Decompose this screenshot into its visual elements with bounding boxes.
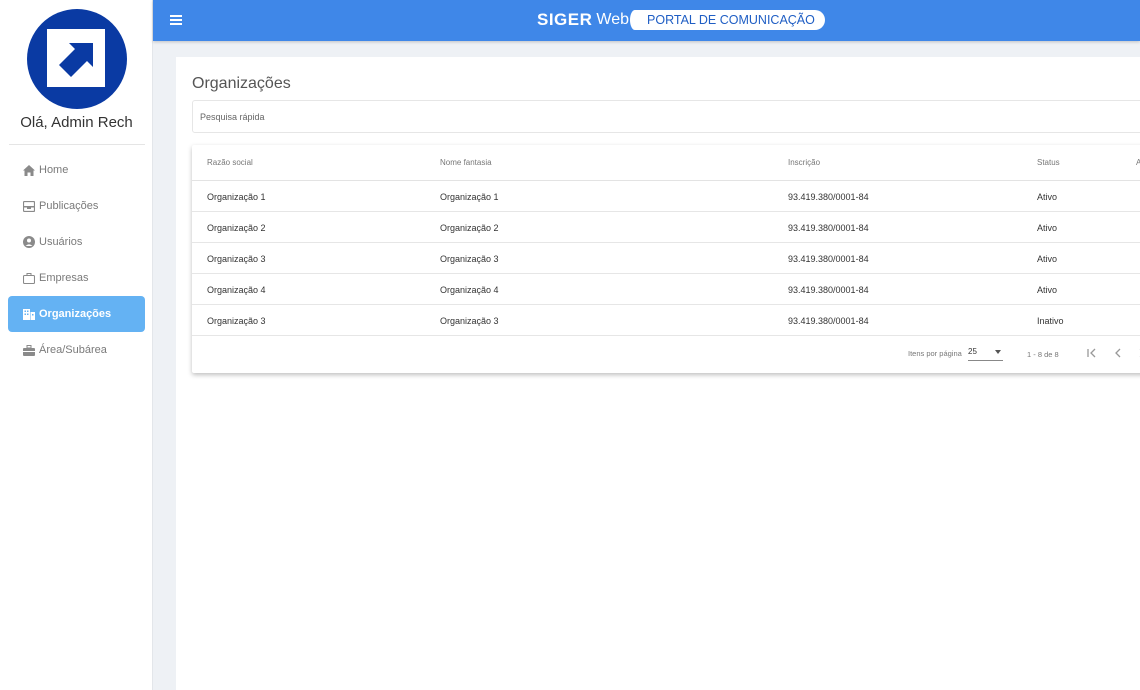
column-header-acoes: A	[1136, 158, 1140, 167]
sidebar-item-label: Usuários	[39, 236, 83, 248]
home-icon	[22, 164, 36, 176]
column-header-status[interactable]: Status	[1037, 158, 1060, 167]
cell-status: Ativo	[1037, 285, 1058, 295]
table-row[interactable]: Organização 1 Organização 1 93.419.380/0…	[192, 181, 1140, 212]
previous-page-icon[interactable]	[1110, 345, 1126, 361]
sidebar-item-usuarios[interactable]: Usuários	[8, 224, 145, 260]
cell-nome-fantasia: Organização 3	[440, 254, 499, 264]
sidebar-item-label: Home	[39, 164, 69, 176]
sidebar-item-area-subarea[interactable]: Área/Subárea	[8, 332, 145, 368]
sidebar-item-label: Publicações	[39, 200, 99, 212]
dropdown-caret-icon	[995, 350, 1001, 354]
hamburger-menu-icon[interactable]	[170, 15, 182, 26]
page-title: Organizações	[192, 75, 291, 92]
cell-razao-social: Organização 3	[207, 316, 266, 326]
table-row[interactable]: Organização 3 Organização 3 93.419.380/0…	[192, 243, 1140, 274]
column-header-nome-fantasia[interactable]: Nome fantasia	[440, 158, 492, 167]
avatar	[27, 9, 127, 109]
sidebar: Olá, Admin Rech Home Publicações Usuário…	[0, 0, 153, 690]
brand-portal: PORTAL DE COMUNICAÇÃO	[630, 10, 825, 30]
cell-status: Ativo	[1037, 192, 1058, 202]
main-content: Organizações Razão social Nome fantasia …	[176, 57, 1140, 690]
cell-nome-fantasia: Organização 2	[440, 223, 499, 233]
items-per-page-value: 25	[968, 347, 977, 356]
cell-inscricao: 93.419.380/0001-84	[788, 254, 869, 264]
table-row[interactable]: Organização 4 Organização 4 93.419.380/0…	[192, 274, 1140, 305]
search-input[interactable]	[192, 100, 1140, 133]
cell-status: Ativo	[1037, 254, 1058, 264]
sidebar-item-publicacoes[interactable]: Publicações	[8, 188, 145, 224]
sidebar-item-home[interactable]: Home	[8, 152, 145, 188]
cell-inscricao: 93.419.380/0001-84	[788, 192, 869, 202]
table-header: Razão social Nome fantasia Inscrição Sta…	[192, 145, 1140, 181]
briefcase-icon	[22, 272, 36, 284]
toolbox-icon	[22, 344, 36, 356]
sidebar-divider	[9, 144, 145, 145]
inbox-icon	[22, 200, 36, 212]
cell-razao-social: Organização 4	[207, 285, 266, 295]
cell-inscricao: 93.419.380/0001-84	[788, 316, 869, 326]
first-page-icon[interactable]	[1084, 345, 1100, 361]
cell-nome-fantasia: Organização 3	[440, 316, 499, 326]
user-greeting: Olá, Admin Rech	[20, 114, 133, 131]
cell-nome-fantasia: Organização 1	[440, 192, 499, 202]
items-per-page-select[interactable]: 25	[968, 347, 1003, 361]
organizations-table: Razão social Nome fantasia Inscrição Sta…	[192, 145, 1140, 373]
sidebar-item-organizacoes[interactable]: Organizações	[8, 296, 145, 332]
table-row[interactable]: Organização 3 Organização 3 93.419.380/0…	[192, 305, 1140, 336]
topbar: SIGER Web PORTAL DE COMUNICAÇÃO	[153, 0, 1140, 41]
cell-razao-social: Organização 2	[207, 223, 266, 233]
sidebar-item-empresas[interactable]: Empresas	[8, 260, 145, 296]
next-page-icon[interactable]	[1134, 345, 1140, 361]
sidebar-item-label: Organizações	[39, 308, 112, 320]
user-circle-icon	[22, 236, 36, 248]
brand-logo: SIGER Web PORTAL DE COMUNICAÇÃO	[537, 9, 825, 31]
paginator: Itens por página 25 1 - 8 de 8	[192, 335, 1140, 373]
sidebar-item-label: Empresas	[39, 272, 89, 284]
arrow-up-right-icon	[47, 29, 105, 87]
cell-status: Inativo	[1037, 316, 1064, 326]
building-icon	[22, 308, 36, 320]
cell-razao-social: Organização 3	[207, 254, 266, 264]
brand-siger: SIGER	[537, 10, 593, 29]
cell-razao-social: Organização 1	[207, 192, 266, 202]
sidebar-nav: Home Publicações Usuários Empresas Organ…	[8, 152, 145, 368]
cell-inscricao: 93.419.380/0001-84	[788, 223, 869, 233]
cell-nome-fantasia: Organização 4	[440, 285, 499, 295]
column-header-razao-social[interactable]: Razão social	[207, 158, 253, 167]
page-range-label: 1 - 8 de 8	[1027, 350, 1059, 359]
cell-status: Ativo	[1037, 223, 1058, 233]
brand-web: Web	[596, 11, 630, 28]
items-per-page-label: Itens por página	[908, 349, 962, 358]
cell-inscricao: 93.419.380/0001-84	[788, 285, 869, 295]
sidebar-item-label: Área/Subárea	[39, 344, 107, 356]
column-header-inscricao[interactable]: Inscrição	[788, 158, 820, 167]
table-row[interactable]: Organização 2 Organização 2 93.419.380/0…	[192, 212, 1140, 243]
